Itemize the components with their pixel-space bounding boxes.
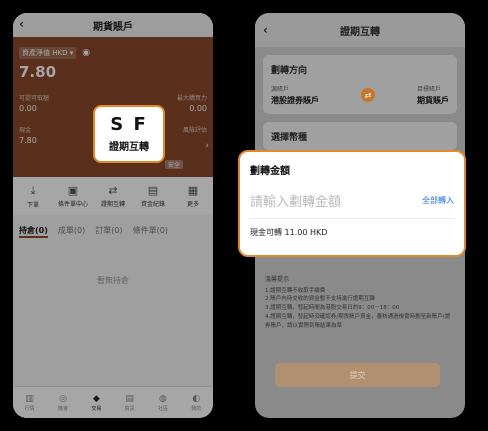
- note-line: 4.證期互轉，發起時須確認券/期貨賬戶資金，審核通過後實時劃至新賬戶(證券賬戶，…: [265, 313, 451, 329]
- direction-title: 劃轉方向: [271, 66, 308, 76]
- page-title: 證期互轉: [340, 26, 380, 38]
- notes: 溫馨提示 1.證期互轉不收取手續費 2.賬戶內待交收的資金暫不支持進行證期互轉 …: [265, 275, 455, 331]
- note-line: 1.證期互轉不收取手續費: [265, 287, 326, 294]
- right-topbar: ‹ 證期互轉: [255, 13, 465, 47]
- left-phone-screen: ‹ 期貨賬戶 資產淨值 HKD ▾ ◉ 7.80 可提可取額 最大購買力 0.0…: [13, 13, 213, 418]
- transfer-callout[interactable]: S F 證期互轉: [93, 105, 165, 163]
- amount-input[interactable]: 請輸入劃轉金額: [250, 191, 341, 210]
- dim-overlay: [13, 13, 213, 418]
- target-account[interactable]: 目標賬戶 期貨賬戶: [417, 84, 449, 106]
- back-icon[interactable]: ‹: [263, 23, 268, 37]
- amount-title: 劃轉金額: [250, 166, 290, 177]
- currency-card[interactable]: 選擇幣種: [263, 122, 457, 150]
- available-cash: 現金可轉 11.00 HKD: [250, 228, 328, 237]
- direction-card: 劃轉方向 源賬戶 港股證券賬戶 ⇄ 目標賬戶 期貨賬戶: [263, 55, 457, 114]
- callout-label: 證期互轉: [109, 141, 149, 153]
- amount-card: 劃轉金額 請輸入劃轉金額 全部轉入 現金可轉 11.00 HKD: [238, 150, 466, 257]
- notes-title: 溫馨提示: [265, 276, 290, 283]
- transfer-icon: S F: [110, 113, 148, 135]
- note-line: 3.證期互轉，發起時間為港股交易日的9：00－18：00: [265, 305, 400, 312]
- submit-button[interactable]: 提交: [275, 363, 440, 387]
- swap-icon[interactable]: ⇄: [361, 88, 375, 102]
- transfer-all-button[interactable]: 全部轉入: [422, 195, 454, 206]
- source-account[interactable]: 源賬戶 港股證券賬戶: [271, 84, 319, 106]
- note-line: 2.賬戶內待交收的資金暫不支持進行證期互轉: [265, 296, 375, 303]
